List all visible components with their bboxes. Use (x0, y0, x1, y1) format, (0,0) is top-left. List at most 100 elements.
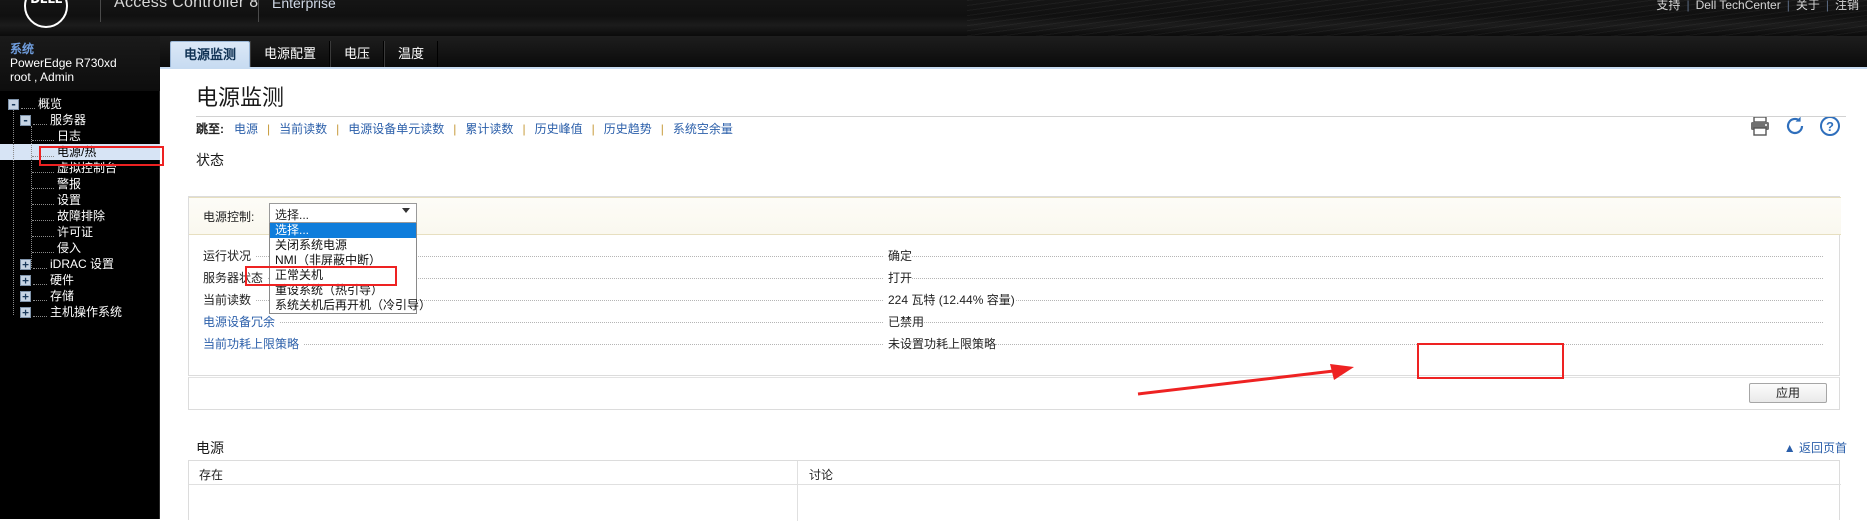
tree-connector (32, 229, 54, 237)
row-label[interactable]: 电源设备冗余 (203, 313, 280, 330)
jump-separator: | (453, 122, 457, 136)
tab-1[interactable]: 电源配置 (250, 41, 331, 68)
row-value: 未设置功耗上限策略 (883, 335, 997, 352)
dropdown-option-0[interactable]: 选择... (270, 223, 416, 238)
jump-label: 跳至: (196, 122, 224, 136)
sidebar-item-label: 许可证 (57, 225, 94, 239)
sidebar-item-10[interactable]: + iDRAC 设置 (0, 256, 160, 272)
sidebar-item-label: 日志 (57, 129, 82, 143)
tree-toggle-icon[interactable]: + (20, 275, 31, 287)
power-control-dropdown[interactable]: 选择... 关闭系统电源 NMI（非屏蔽中断） 正常关机 重设系统（热引导） 系统关机后再… (269, 223, 431, 314)
tree-toggle-icon[interactable]: + (20, 291, 31, 303)
apply-button[interactable]: 应用 (1749, 383, 1827, 403)
tree-toggle-icon[interactable]: - (8, 99, 19, 111)
row-label: 当前读数 (203, 291, 256, 308)
dropdown-option-2[interactable]: NMI（非屏蔽中断） (270, 253, 416, 268)
tree-guide-line-1 (13, 110, 14, 315)
tree-connector (32, 213, 54, 221)
tree-connector (33, 309, 47, 317)
dropdown-option-1[interactable]: 关闭系统电源 (270, 238, 416, 253)
sidebar-tree: - 概览 - 服务器 日志 电源/热 虚拟控制台 警报 设置 故障排除 许可证 侵入 + iDRAC 设置… (0, 96, 160, 320)
row-leader-dots (203, 322, 1823, 323)
row-value: 确定 (883, 247, 913, 264)
jump-separator: | (660, 122, 664, 136)
sidebar-item-11[interactable]: + 硬件 (0, 272, 160, 288)
back-to-top-link[interactable]: ▲ 返回页首 (1784, 439, 1847, 456)
dropdown-option-5[interactable]: 系统关机后再开机（冷引导） (270, 298, 431, 313)
row-value: 已禁用 (883, 313, 925, 330)
power-control-select[interactable]: 选择... (269, 203, 417, 223)
status-row-3: 电源设备冗余 已禁用 (203, 311, 1823, 333)
sidebar-item-label: 警报 (57, 177, 82, 191)
status-row-2: 当前读数 224 瓦特 (12.44% 容量) (203, 289, 1823, 311)
support-link[interactable]: 支持 (1656, 0, 1680, 12)
sidebar-item-6[interactable]: 设置 (0, 192, 160, 208)
about-link[interactable]: 关于 (1796, 0, 1820, 12)
tree-connector (32, 165, 54, 173)
tree-toggle-icon[interactable]: + (20, 259, 31, 271)
row-leader-dots (203, 278, 1823, 279)
sidebar-item-label: 硬件 (50, 273, 75, 287)
svg-text:?: ? (1826, 119, 1834, 134)
tree-connector (32, 245, 54, 253)
jump-link-5[interactable]: 历史趋势 (604, 122, 652, 136)
tab-strip-underline (160, 67, 1867, 69)
techcenter-link[interactable]: Dell TechCenter (1696, 0, 1781, 12)
sidebar-item-3[interactable]: 电源/热 (0, 144, 160, 160)
status-panel: 电源控制: 选择... 选择... 关闭系统电源 NMI（非屏蔽中断） 正常关机 重设系… (188, 196, 1841, 376)
dropdown-option-4[interactable]: 重设系统（热引导） (270, 283, 416, 298)
sidebar-item-label: 侵入 (57, 241, 82, 255)
jump-link-3[interactable]: 累计读数 (465, 122, 513, 136)
row-value: 打开 (883, 269, 913, 286)
system-info-box: 系统 PowerEdge R730xd root , Admin (0, 36, 160, 91)
refresh-icon[interactable] (1783, 114, 1807, 138)
sidebar-item-2[interactable]: 日志 (0, 128, 160, 144)
sidebar-item-8[interactable]: 许可证 (0, 224, 160, 240)
row-label[interactable]: 当前功耗上限策略 (203, 335, 304, 352)
sidebar-item-5[interactable]: 警报 (0, 176, 160, 192)
sidebar-item-label: 概览 (38, 97, 63, 111)
tree-toggle-icon[interactable]: + (20, 307, 31, 319)
jump-separator: | (591, 122, 595, 136)
tree-toggle-icon[interactable]: - (20, 115, 31, 127)
tab-0[interactable]: 电源监测 (170, 41, 251, 68)
sidebar-item-9[interactable]: 侵入 (0, 240, 160, 256)
product-title: Access Controller 8 (114, 0, 259, 11)
tab-3[interactable]: 温度 (384, 41, 439, 68)
tree-connector (33, 261, 47, 269)
jump-link-2[interactable]: 电源设备单元读数 (348, 122, 444, 136)
sidebar: 系统 PowerEdge R730xd root , Admin - 概览 - 服务器… (0, 36, 160, 519)
sidebar-item-4[interactable]: 虚拟控制台 (0, 160, 160, 176)
sidebar-item-label: 故障排除 (57, 209, 106, 223)
jump-links-row: 跳至: 电源 | 当前读数 | 电源设备单元读数 | 累计读数 | 历史峰值 | 历史趋势 | 系统空余量 (196, 121, 733, 137)
logout-link[interactable]: 注销 (1835, 0, 1859, 12)
sidebar-item-7[interactable]: 故障排除 (0, 208, 160, 224)
sidebar-item-13[interactable]: + 主机操作系统 (0, 304, 160, 320)
tab-label: 电源配置 (264, 46, 317, 61)
jump-link-6[interactable]: 系统空余量 (673, 122, 733, 136)
panel-footer: 应用 (188, 377, 1840, 410)
tab-strip: 电源监测 电源配置 电压 温度 (160, 36, 1867, 68)
tab-2[interactable]: 电压 (330, 41, 385, 68)
sidebar-item-label: 虚拟控制台 (57, 161, 118, 175)
sidebar-item-label: 服务器 (50, 113, 87, 127)
sidebar-item-0[interactable]: - 概览 (0, 96, 160, 112)
sidebar-item-1[interactable]: - 服务器 (0, 112, 160, 128)
help-icon[interactable]: ? (1818, 114, 1842, 138)
tree-connector (32, 197, 54, 205)
dropdown-option-3[interactable]: 正常关机 (270, 268, 416, 283)
print-icon[interactable] (1748, 114, 1772, 138)
sidebar-item-12[interactable]: + 存储 (0, 288, 160, 304)
jump-link-1[interactable]: 当前读数 (279, 122, 327, 136)
status-rows: 运行状况 确定 服务器状态 打开 当前读数 224 瓦特 (12.44% 容量) 电源设备冗… (203, 245, 1823, 355)
sidebar-item-label: iDRAC 设置 (50, 257, 115, 271)
sidebar-item-label: 设置 (57, 193, 82, 207)
row-leader-dots (203, 344, 1823, 345)
status-row-0: 运行状况 确定 (203, 245, 1823, 267)
power-table-col-1: 存在 (199, 468, 224, 482)
edition-label: Enterprise (272, 0, 336, 11)
jump-link-4[interactable]: 历史峰值 (535, 122, 583, 136)
jump-link-0[interactable]: 电源 (234, 122, 258, 136)
banner-divider-1 (100, 0, 101, 22)
power-control-label: 电源控制: (203, 210, 255, 224)
